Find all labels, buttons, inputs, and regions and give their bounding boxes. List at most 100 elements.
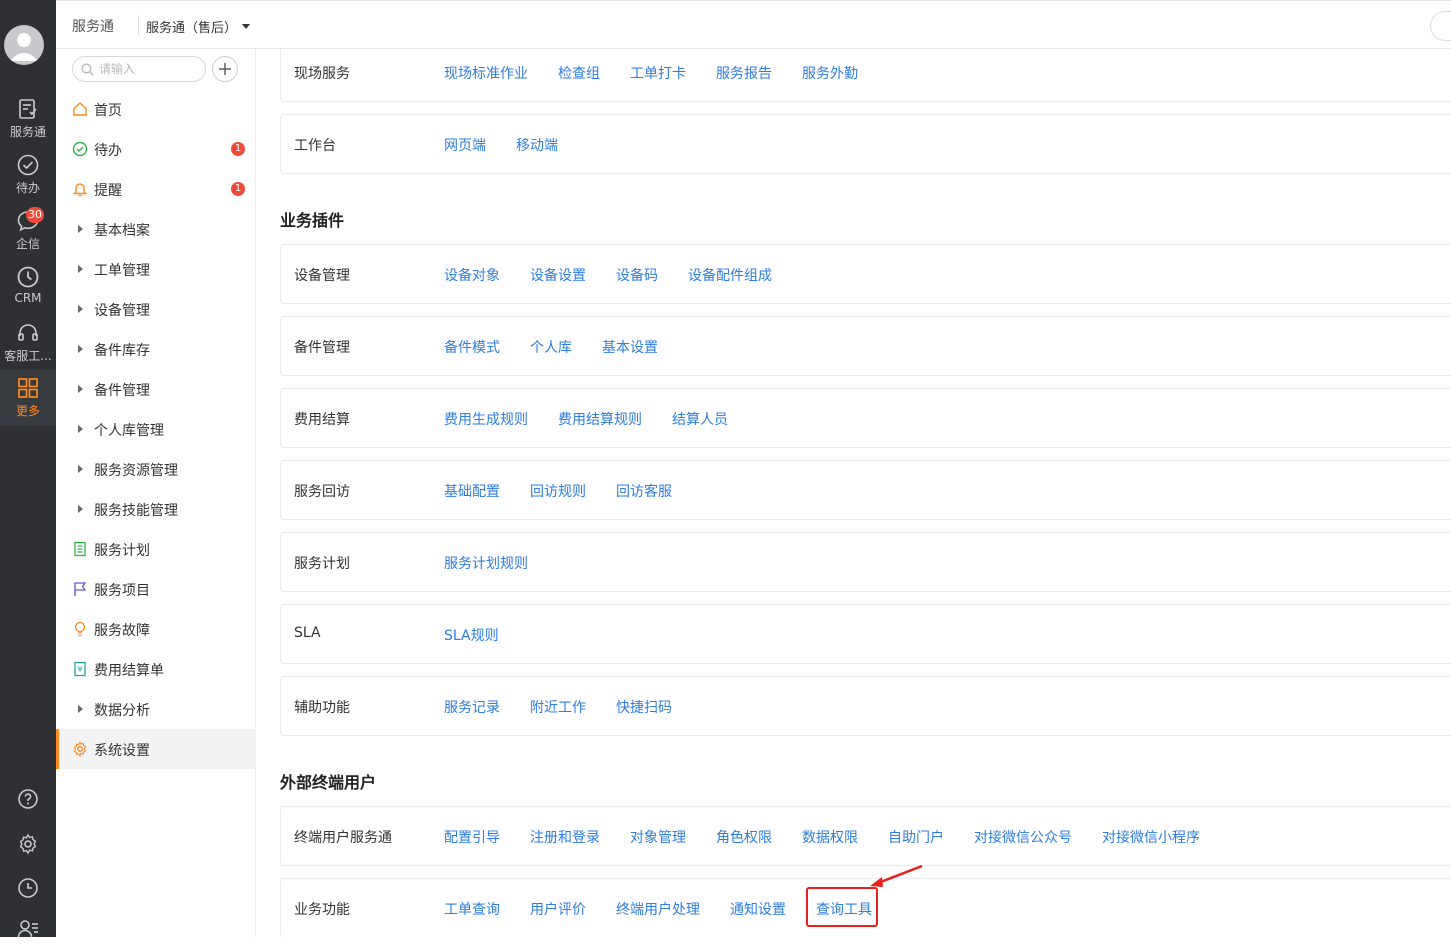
link-spare-mode[interactable]: 备件模式 (444, 340, 500, 356)
search-input[interactable] (99, 60, 199, 78)
card-spare-mgmt: 备件管理 备件模式 个人库 基本设置 (280, 316, 1451, 376)
caret-right-icon (78, 465, 83, 473)
check-icon (72, 141, 88, 157)
caret-right-icon (78, 225, 83, 233)
annotation-arrow-icon (870, 864, 923, 887)
link-service-records[interactable]: 服务记录 (444, 700, 500, 716)
link-personal-stock[interactable]: 个人库 (530, 340, 572, 356)
sidebar-item-label: 数据分析 (94, 703, 150, 719)
app-switcher[interactable]: 服务通（售后） (146, 17, 237, 36)
link-self-portal[interactable]: 自助门户 (888, 830, 944, 846)
link-service-report[interactable]: 服务报告 (716, 66, 772, 82)
sidebar-item-service-skills[interactable]: 服务技能管理 (56, 489, 256, 529)
sidebar-item-basic-files[interactable]: 基本档案 (56, 209, 256, 249)
card-title: SLA (294, 625, 321, 641)
rail-item-todo[interactable]: 待办 (0, 153, 56, 205)
link-basic-config[interactable]: 基础配置 (444, 484, 500, 500)
link-device-object[interactable]: 设备对象 (444, 268, 500, 284)
card-links: 服务记录 附近工作 快捷扫码 (444, 697, 702, 717)
link-followup-agents[interactable]: 回访客服 (616, 484, 672, 500)
sidebar-item-devices[interactable]: 设备管理 (56, 289, 256, 329)
link-config-guide[interactable]: 配置引导 (444, 830, 500, 846)
link-object-mgmt[interactable]: 对象管理 (630, 830, 686, 846)
link-wechat-official[interactable]: 对接微信公众号 (974, 830, 1072, 846)
card-title: 服务计划 (294, 556, 350, 572)
contacts-button[interactable] (0, 918, 56, 948)
sidebar-item-todo[interactable]: 待办 1 (56, 129, 256, 169)
card-links: 配置引导 注册和登录 对象管理 角色权限 数据权限 自助门户 对接微信公众号 对接微信小程序 (444, 827, 1230, 847)
group-title-plugins: 业务插件 (280, 211, 345, 230)
link-field-work[interactable]: 服务外勤 (802, 66, 858, 82)
link-user-rating[interactable]: 用户评价 (530, 902, 586, 918)
link-followup-rules[interactable]: 回访规则 (530, 484, 586, 500)
sidebar-item-service-fault[interactable]: 服务故障 (56, 609, 256, 649)
card-fee-settlement: 费用结算 费用生成规则 费用结算规则 结算人员 (280, 388, 1451, 448)
sidebar-item-label: 费用结算单 (94, 663, 164, 679)
link-wechat-miniprogram[interactable]: 对接微信小程序 (1102, 830, 1200, 846)
card-links: 现场标准作业 检查组 工单打卡 服务报告 服务外勤 (444, 63, 888, 83)
card-links: 基础配置 回访规则 回访客服 (444, 481, 702, 501)
card-title: 现场服务 (294, 66, 350, 82)
sidebar-item-personal-stock[interactable]: 个人库管理 (56, 409, 256, 449)
link-device-settings[interactable]: 设备设置 (530, 268, 586, 284)
user-avatar[interactable] (4, 25, 44, 65)
link-web[interactable]: 网页端 (444, 138, 486, 154)
sidebar-item-label: 首页 (94, 103, 122, 119)
link-register-login[interactable]: 注册和登录 (530, 830, 600, 846)
sidebar-item-service-resources[interactable]: 服务资源管理 (56, 449, 256, 489)
link-data-permission[interactable]: 数据权限 (802, 830, 858, 846)
header-action-button[interactable] (1430, 11, 1451, 41)
help-button[interactable] (0, 788, 56, 818)
sidebar-item-label: 备件库存 (94, 343, 150, 359)
add-button[interactable] (212, 56, 238, 82)
rail-item-crm[interactable]: CRM (0, 265, 56, 317)
search-icon (81, 63, 94, 76)
sidebar-item-reminder[interactable]: 提醒 1 (56, 169, 256, 209)
sidebar-item-spare-stock[interactable]: 备件库存 (56, 329, 256, 369)
rail-item-service[interactable]: 服务通 (0, 97, 56, 149)
link-basic-settings[interactable]: 基本设置 (602, 340, 658, 356)
link-end-user-handling[interactable]: 终端用户处理 (616, 902, 700, 918)
bell-icon (72, 183, 88, 197)
sidebar-item-service-project[interactable]: 服务项目 (56, 569, 256, 609)
sidebar-item-fee-settlement[interactable]: ¥ 费用结算单 (56, 649, 256, 689)
rail-item-customer-service[interactable]: 客服工... (0, 321, 56, 373)
caret-right-icon (78, 505, 83, 513)
sidebar-item-spare-parts[interactable]: 备件管理 (56, 369, 256, 409)
rail-item-chat[interactable]: 30 企信 (0, 207, 56, 261)
sidebar-item-home[interactable]: 首页 (56, 89, 256, 129)
link-mobile[interactable]: 移动端 (516, 138, 558, 154)
link-settlers[interactable]: 结算人员 (672, 412, 728, 428)
link-device-code[interactable]: 设备码 (616, 268, 658, 284)
link-plan-rules[interactable]: 服务计划规则 (444, 556, 528, 572)
card-service-plan: 服务计划 服务计划规则 (280, 532, 1451, 592)
sidebar-item-data-analysis[interactable]: 数据分析 (56, 689, 256, 729)
sidebar-item-label: 服务故障 (94, 623, 150, 639)
settings-button[interactable] (0, 833, 56, 863)
sidebar-item-service-plan[interactable]: 服务计划 (56, 529, 256, 569)
card-end-user-service: 终端用户服务通 配置引导 注册和登录 对象管理 角色权限 数据权限 自助门户 对接微信公众号… (280, 806, 1451, 866)
link-nearby-work[interactable]: 附近工作 (530, 700, 586, 716)
link-order-query[interactable]: 工单查询 (444, 902, 500, 918)
rail-label: 服务通 (9, 125, 46, 139)
link-fee-gen-rules[interactable]: 费用生成规则 (444, 412, 528, 428)
history-button[interactable] (0, 877, 56, 907)
link-notify-settings[interactable]: 通知设置 (730, 902, 786, 918)
link-role-permission[interactable]: 角色权限 (716, 830, 772, 846)
link-order-checkin[interactable]: 工单打卡 (630, 66, 686, 82)
link-sla-rules[interactable]: SLA规则 (444, 628, 499, 644)
chevron-down-icon[interactable] (242, 24, 250, 29)
settings-main: 现场服务 现场标准作业 检查组 工单打卡 服务报告 服务外勤 工作台 网页端 移动端 业务… (256, 49, 1451, 937)
link-device-parts[interactable]: 设备配件组成 (688, 268, 772, 284)
link-standard-ops[interactable]: 现场标准作业 (444, 66, 528, 82)
caret-right-icon (78, 385, 83, 393)
link-fee-settle-rules[interactable]: 费用结算规则 (558, 412, 642, 428)
link-check-group[interactable]: 检查组 (558, 66, 600, 82)
card-device-mgmt: 设备管理 设备对象 设备设置 设备码 设备配件组成 (280, 244, 1451, 304)
sidebar-item-work-orders[interactable]: 工单管理 (56, 249, 256, 289)
link-quick-scan[interactable]: 快捷扫码 (616, 700, 672, 716)
rail-item-more[interactable]: 更多 (0, 370, 56, 426)
card-title: 费用结算 (294, 412, 350, 428)
chat-badge: 30 (26, 207, 44, 223)
sidebar-item-system-settings[interactable]: 系统设置 (56, 729, 256, 769)
